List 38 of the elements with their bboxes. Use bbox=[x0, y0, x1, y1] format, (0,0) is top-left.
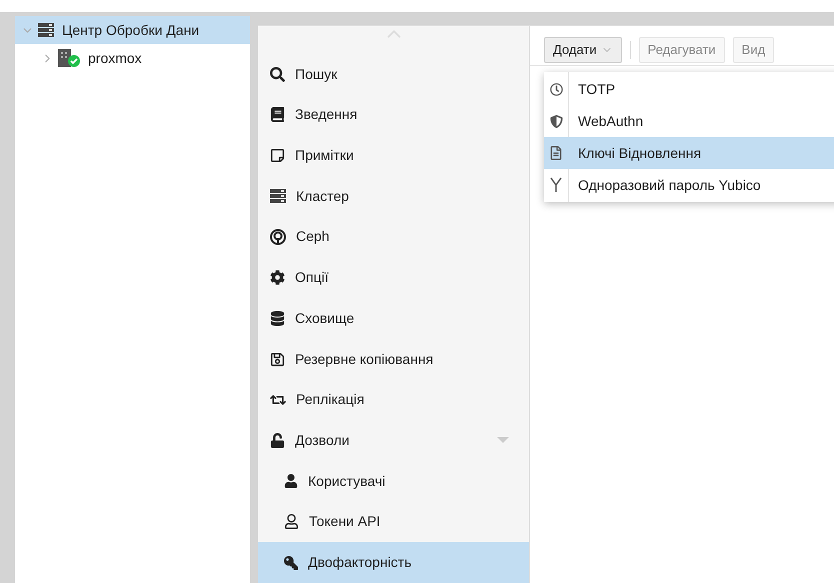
server-icon bbox=[270, 189, 286, 204]
nav-item[interactable]: Кластер bbox=[258, 176, 529, 217]
building-check-icon bbox=[58, 49, 80, 67]
nav-item[interactable]: Реплікація bbox=[258, 379, 529, 420]
menu-item[interactable]: Одноразовий пароль Yubico bbox=[544, 169, 834, 201]
menu-item[interactable]: TOTP bbox=[544, 73, 834, 105]
document-icon bbox=[549, 146, 563, 160]
shield-icon bbox=[550, 114, 562, 128]
nav-item[interactable]: Пошук bbox=[258, 54, 529, 94]
database-icon bbox=[270, 310, 285, 326]
triangle-down-icon bbox=[497, 436, 509, 444]
unlock-icon bbox=[270, 432, 285, 448]
note-icon bbox=[270, 148, 285, 164]
ceph-icon bbox=[270, 228, 286, 245]
user-icon bbox=[284, 474, 298, 488]
server-icon bbox=[38, 23, 54, 37]
user-outline-icon bbox=[284, 514, 299, 530]
tree-item[interactable]: Центр Обробки Дани bbox=[15, 16, 250, 44]
menu-item[interactable]: Ключі Відновлення bbox=[544, 137, 834, 169]
nav-item[interactable]: Зведення bbox=[258, 94, 529, 136]
y-letter-icon bbox=[550, 177, 562, 193]
nav-item[interactable]: Дозволи bbox=[258, 420, 529, 461]
tree-item[interactable]: proxmox bbox=[15, 44, 250, 72]
toolbar-button[interactable]: Додати bbox=[544, 36, 622, 62]
nav-item[interactable]: Опції bbox=[258, 257, 529, 298]
menu-item[interactable]: WebAuthn bbox=[544, 105, 834, 137]
nav-item[interactable]: Користувачі bbox=[258, 460, 529, 502]
nav-item[interactable]: Двофакторність bbox=[258, 542, 529, 583]
nav-item[interactable]: Сховище bbox=[258, 298, 529, 339]
key-icon bbox=[284, 556, 298, 570]
settings-icon bbox=[270, 270, 285, 286]
nav-item[interactable]: Примітки bbox=[258, 135, 529, 176]
search-icon bbox=[270, 66, 285, 82]
book-icon bbox=[270, 107, 285, 122]
nav-item[interactable]: Ceph bbox=[258, 216, 529, 258]
nav-item[interactable]: Токени API bbox=[258, 502, 529, 542]
nav-item[interactable]: Резервне копіювання bbox=[258, 338, 529, 380]
clock-icon bbox=[550, 82, 562, 96]
